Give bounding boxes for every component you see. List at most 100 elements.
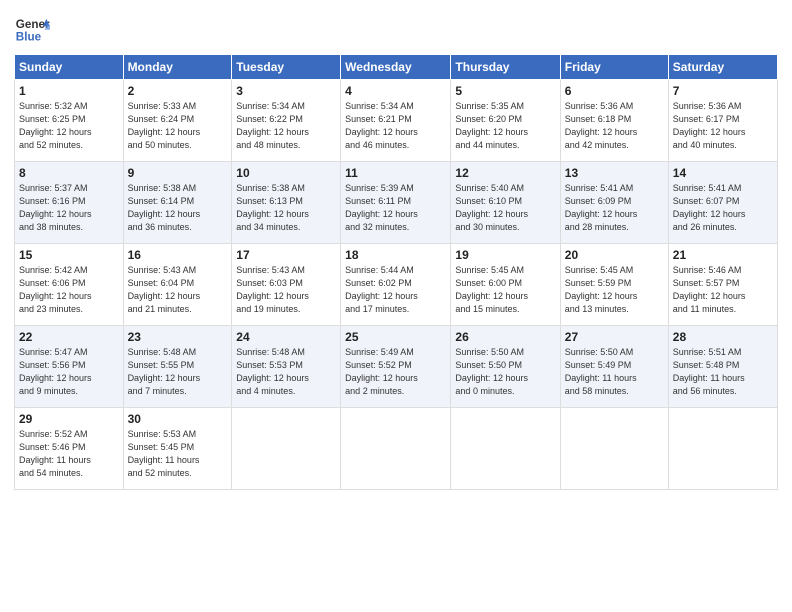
day-info: Sunrise: 5:34 AM Sunset: 6:22 PM Dayligh…	[236, 100, 336, 152]
weekday-wednesday: Wednesday	[341, 55, 451, 80]
day-info: Sunrise: 5:36 AM Sunset: 6:17 PM Dayligh…	[673, 100, 773, 152]
day-number: 3	[236, 84, 336, 98]
weekday-monday: Monday	[123, 55, 232, 80]
calendar-cell: 3 Sunrise: 5:34 AM Sunset: 6:22 PM Daylig…	[232, 80, 341, 162]
calendar-cell: 15 Sunrise: 5:42 AM Sunset: 6:06 PM Dayli…	[15, 244, 124, 326]
calendar-cell: 11 Sunrise: 5:39 AM Sunset: 6:11 PM Dayli…	[341, 162, 451, 244]
day-info: Sunrise: 5:42 AM Sunset: 6:06 PM Dayligh…	[19, 264, 119, 316]
day-info: Sunrise: 5:32 AM Sunset: 6:25 PM Dayligh…	[19, 100, 119, 152]
day-info: Sunrise: 5:39 AM Sunset: 6:11 PM Dayligh…	[345, 182, 446, 234]
day-number: 8	[19, 166, 119, 180]
calendar-cell: 18Sunrise: 5:44 AM Sunset: 6:02 PM Dayli…	[341, 244, 451, 326]
day-info: Sunrise: 5:45 AM Sunset: 6:00 PM Dayligh…	[455, 264, 555, 316]
day-info: Sunrise: 5:48 AM Sunset: 5:53 PM Dayligh…	[236, 346, 336, 398]
day-number: 6	[565, 84, 664, 98]
day-number: 25	[345, 330, 446, 344]
calendar-cell: 13 Sunrise: 5:41 AM Sunset: 6:09 PM Dayli…	[560, 162, 668, 244]
day-info: Sunrise: 5:41 AM Sunset: 6:09 PM Dayligh…	[565, 182, 664, 234]
calendar-cell: 14Sunrise: 5:41 AM Sunset: 6:07 PM Dayli…	[668, 162, 777, 244]
day-number: 16	[128, 248, 228, 262]
day-number: 7	[673, 84, 773, 98]
day-number: 11	[345, 166, 446, 180]
day-number: 26	[455, 330, 555, 344]
calendar-cell	[668, 408, 777, 490]
calendar-cell: 29Sunrise: 5:52 AM Sunset: 5:46 PM Dayli…	[15, 408, 124, 490]
calendar-cell	[341, 408, 451, 490]
calendar-body: 1 Sunrise: 5:32 AM Sunset: 6:25 PM Daylig…	[15, 80, 778, 490]
week-row-1: 1 Sunrise: 5:32 AM Sunset: 6:25 PM Daylig…	[15, 80, 778, 162]
calendar-cell: 16 Sunrise: 5:43 AM Sunset: 6:04 PM Dayli…	[123, 244, 232, 326]
day-number: 29	[19, 412, 119, 426]
calendar-cell: 4 Sunrise: 5:34 AM Sunset: 6:21 PM Daylig…	[341, 80, 451, 162]
calendar-cell: 8 Sunrise: 5:37 AM Sunset: 6:16 PM Daylig…	[15, 162, 124, 244]
day-number: 17	[236, 248, 336, 262]
calendar-cell: 1 Sunrise: 5:32 AM Sunset: 6:25 PM Daylig…	[15, 80, 124, 162]
day-number: 20	[565, 248, 664, 262]
svg-text:Blue: Blue	[16, 31, 42, 44]
day-info: Sunrise: 5:41 AM Sunset: 6:07 PM Dayligh…	[673, 182, 773, 234]
week-row-4: 22 Sunrise: 5:47 AM Sunset: 5:56 PM Dayli…	[15, 326, 778, 408]
day-info: Sunrise: 5:53 AM Sunset: 5:45 PM Dayligh…	[128, 428, 228, 480]
day-number: 15	[19, 248, 119, 262]
weekday-sunday: Sunday	[15, 55, 124, 80]
calendar-cell: 5 Sunrise: 5:35 AM Sunset: 6:20 PM Daylig…	[451, 80, 560, 162]
calendar-cell: 24 Sunrise: 5:48 AM Sunset: 5:53 PM Dayli…	[232, 326, 341, 408]
calendar-cell: 20 Sunrise: 5:45 AM Sunset: 5:59 PM Dayli…	[560, 244, 668, 326]
day-info: Sunrise: 5:50 AM Sunset: 5:50 PM Dayligh…	[455, 346, 555, 398]
day-number: 27	[565, 330, 664, 344]
calendar-cell: 23Sunrise: 5:48 AM Sunset: 5:55 PM Dayli…	[123, 326, 232, 408]
calendar-cell: 19 Sunrise: 5:45 AM Sunset: 6:00 PM Dayli…	[451, 244, 560, 326]
day-info: Sunrise: 5:38 AM Sunset: 6:14 PM Dayligh…	[128, 182, 228, 234]
day-info: Sunrise: 5:34 AM Sunset: 6:21 PM Dayligh…	[345, 100, 446, 152]
day-number: 10	[236, 166, 336, 180]
calendar-cell: 30 Sunrise: 5:53 AM Sunset: 5:45 PM Dayli…	[123, 408, 232, 490]
calendar-table: SundayMondayTuesdayWednesdayThursdayFrid…	[14, 54, 778, 490]
day-number: 2	[128, 84, 228, 98]
day-info: Sunrise: 5:40 AM Sunset: 6:10 PM Dayligh…	[455, 182, 555, 234]
day-info: Sunrise: 5:51 AM Sunset: 5:48 PM Dayligh…	[673, 346, 773, 398]
logo: General Blue	[14, 10, 50, 46]
calendar-cell: 28 Sunrise: 5:51 AM Sunset: 5:48 PM Dayli…	[668, 326, 777, 408]
day-info: Sunrise: 5:43 AM Sunset: 6:03 PM Dayligh…	[236, 264, 336, 316]
calendar-cell: 6Sunrise: 5:36 AM Sunset: 6:18 PM Daylig…	[560, 80, 668, 162]
day-info: Sunrise: 5:37 AM Sunset: 6:16 PM Dayligh…	[19, 182, 119, 234]
calendar-cell: 12 Sunrise: 5:40 AM Sunset: 6:10 PM Dayli…	[451, 162, 560, 244]
day-info: Sunrise: 5:44 AM Sunset: 6:02 PM Dayligh…	[345, 264, 446, 316]
day-info: Sunrise: 5:45 AM Sunset: 5:59 PM Dayligh…	[565, 264, 664, 316]
calendar-cell: 10 Sunrise: 5:38 AM Sunset: 6:13 PM Dayli…	[232, 162, 341, 244]
week-row-2: 8 Sunrise: 5:37 AM Sunset: 6:16 PM Daylig…	[15, 162, 778, 244]
calendar-cell: 22 Sunrise: 5:47 AM Sunset: 5:56 PM Dayli…	[15, 326, 124, 408]
week-row-3: 15 Sunrise: 5:42 AM Sunset: 6:06 PM Dayli…	[15, 244, 778, 326]
day-info: Sunrise: 5:48 AM Sunset: 5:55 PM Dayligh…	[128, 346, 228, 398]
day-number: 1	[19, 84, 119, 98]
calendar-cell: 25 Sunrise: 5:49 AM Sunset: 5:52 PM Dayli…	[341, 326, 451, 408]
day-info: Sunrise: 5:46 AM Sunset: 5:57 PM Dayligh…	[673, 264, 773, 316]
day-number: 28	[673, 330, 773, 344]
weekday-friday: Friday	[560, 55, 668, 80]
calendar-cell: 2Sunrise: 5:33 AM Sunset: 6:24 PM Daylig…	[123, 80, 232, 162]
day-number: 4	[345, 84, 446, 98]
weekday-thursday: Thursday	[451, 55, 560, 80]
calendar-cell: 21 Sunrise: 5:46 AM Sunset: 5:57 PM Dayli…	[668, 244, 777, 326]
day-info: Sunrise: 5:49 AM Sunset: 5:52 PM Dayligh…	[345, 346, 446, 398]
logo-icon: General Blue	[14, 10, 50, 46]
calendar-cell: 26 Sunrise: 5:50 AM Sunset: 5:50 PM Dayli…	[451, 326, 560, 408]
day-number: 24	[236, 330, 336, 344]
day-number: 21	[673, 248, 773, 262]
day-number: 30	[128, 412, 228, 426]
day-info: Sunrise: 5:38 AM Sunset: 6:13 PM Dayligh…	[236, 182, 336, 234]
day-number: 12	[455, 166, 555, 180]
weekday-saturday: Saturday	[668, 55, 777, 80]
calendar-cell: 27 Sunrise: 5:50 AM Sunset: 5:49 PM Dayli…	[560, 326, 668, 408]
day-number: 13	[565, 166, 664, 180]
day-number: 22	[19, 330, 119, 344]
calendar-cell: 17 Sunrise: 5:43 AM Sunset: 6:03 PM Dayli…	[232, 244, 341, 326]
day-info: Sunrise: 5:43 AM Sunset: 6:04 PM Dayligh…	[128, 264, 228, 316]
day-number: 19	[455, 248, 555, 262]
day-info: Sunrise: 5:35 AM Sunset: 6:20 PM Dayligh…	[455, 100, 555, 152]
day-number: 5	[455, 84, 555, 98]
week-row-5: 29Sunrise: 5:52 AM Sunset: 5:46 PM Dayli…	[15, 408, 778, 490]
calendar-cell	[560, 408, 668, 490]
day-info: Sunrise: 5:47 AM Sunset: 5:56 PM Dayligh…	[19, 346, 119, 398]
day-info: Sunrise: 5:50 AM Sunset: 5:49 PM Dayligh…	[565, 346, 664, 398]
